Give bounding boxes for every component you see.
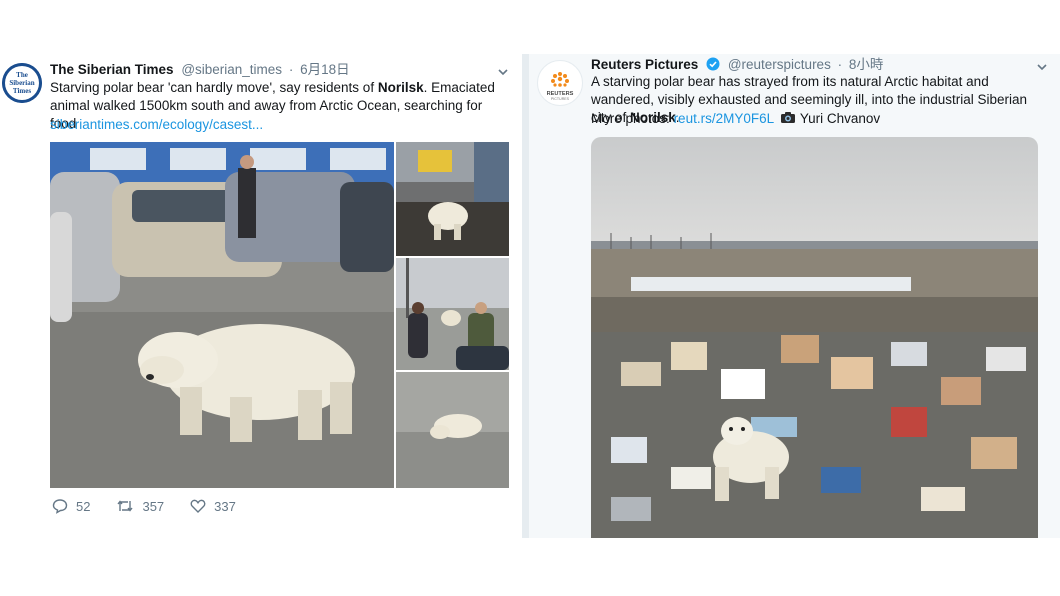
- tweet-siberian-times[interactable]: The Siberian Times The Siberian Times @s…: [0, 54, 522, 524]
- separator-dot: ·: [837, 57, 843, 72]
- author-handle[interactable]: @siberian_times: [181, 62, 282, 77]
- more-photos-link[interactable]: reut.rs/2MY0F6L: [674, 111, 774, 126]
- photo-2[interactable]: [396, 142, 509, 256]
- verified-icon: [706, 57, 720, 71]
- tweet-header: Reuters Pictures @reuterspictures · 8小時: [591, 56, 883, 74]
- chevron-down-icon[interactable]: [496, 65, 510, 79]
- tweet-header: The Siberian Times @siberian_times · 6月1…: [50, 61, 350, 79]
- panel-divider: [522, 54, 529, 538]
- reply-icon: [52, 499, 68, 514]
- people-watching-bear-image: [396, 258, 509, 370]
- avatar-text-2: Siberian: [9, 79, 34, 87]
- tweet-text-bold: Norilsk: [377, 80, 424, 95]
- author-handle[interactable]: @reuterspictures: [728, 57, 831, 72]
- author-name[interactable]: Reuters Pictures: [591, 57, 698, 72]
- tweet-link[interactable]: siberiantimes.com/ecology/casest...: [50, 116, 263, 134]
- tweet-time[interactable]: 8小時: [849, 57, 884, 72]
- photo-main[interactable]: [50, 142, 394, 488]
- polar-bear-resting-image: [396, 372, 509, 488]
- avatar-subtext: PICTURES: [551, 97, 570, 101]
- polar-bear-street-image: [50, 142, 394, 488]
- separator-dot: ·: [288, 62, 294, 77]
- photographer-name: Yuri Chvanov: [799, 111, 881, 126]
- photo-4[interactable]: [396, 372, 509, 488]
- more-photos-label: More photos:: [591, 111, 670, 126]
- more-photos-line: More photos: reut.rs/2MY0F6L Yuri Chvano…: [591, 110, 880, 128]
- avatar-logo: The Siberian Times: [2, 63, 42, 103]
- tweet-reuters-pictures[interactable]: REUTERS PICTURES Reuters Pictures @reute…: [529, 54, 1060, 538]
- avatar[interactable]: The Siberian Times: [2, 63, 42, 103]
- camera-icon: [781, 112, 796, 123]
- photo-main[interactable]: [591, 137, 1038, 538]
- chevron-down-icon[interactable]: [1035, 60, 1049, 74]
- like-count: 337: [214, 498, 236, 514]
- reply-count: 52: [76, 498, 91, 514]
- reply-button[interactable]: 52: [52, 498, 90, 514]
- avatar-text-1: The: [16, 71, 28, 79]
- tweet-actions: 52 357 337: [52, 498, 236, 514]
- reuters-logo: REUTERS PICTURES: [547, 72, 574, 101]
- avatar-text-3: Times: [13, 87, 31, 95]
- tweet-time[interactable]: 6月18日: [300, 62, 350, 77]
- retweet-icon: [117, 500, 134, 512]
- retweet-count: 357: [142, 498, 165, 514]
- photo-3[interactable]: [396, 258, 509, 370]
- polar-bear-landfill-image: [591, 137, 1038, 538]
- avatar[interactable]: REUTERS PICTURES: [537, 60, 583, 106]
- tweet-text-part: Starving polar bear 'can hardly move', s…: [50, 80, 378, 95]
- retweet-button[interactable]: 357: [116, 498, 164, 514]
- like-button[interactable]: 337: [190, 498, 236, 514]
- polar-bear-industrial-image: [396, 142, 509, 256]
- like-icon: [190, 499, 206, 513]
- author-name[interactable]: The Siberian Times: [50, 62, 174, 77]
